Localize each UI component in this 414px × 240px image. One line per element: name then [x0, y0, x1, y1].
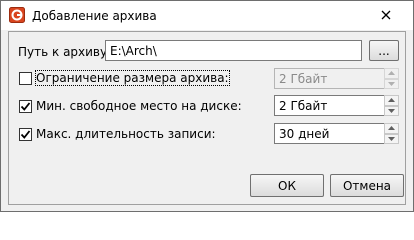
- max-duration-spinner[interactable]: [384, 123, 399, 144]
- close-button[interactable]: [373, 5, 399, 25]
- path-input[interactable]: E:\Arch\: [105, 40, 362, 61]
- window-title: Добавление архива: [32, 9, 157, 23]
- dialog-body: Путь к архиву: E:\Arch\ ... Ограничение …: [8, 31, 406, 205]
- arrow-down-icon: [388, 108, 395, 113]
- title-bar[interactable]: Добавление архива: [1, 1, 413, 30]
- arrow-up-icon: [388, 98, 395, 103]
- min-free-input[interactable]: 2 Гбайт: [274, 95, 385, 116]
- arrow-down-icon: [388, 81, 395, 86]
- min-free-label: Мин. свободное место на диске:: [36, 99, 242, 113]
- min-free-spinner[interactable]: [384, 95, 399, 116]
- spin-down-button[interactable]: [384, 105, 399, 116]
- max-duration-label: Макс. длительность записи:: [36, 127, 216, 141]
- limit-size-checkbox[interactable]: [19, 72, 32, 85]
- spin-up-button[interactable]: [384, 68, 399, 79]
- check-icon: [20, 102, 31, 111]
- min-free-checkbox[interactable]: [19, 100, 32, 113]
- cancel-button[interactable]: Отмена: [330, 174, 404, 197]
- max-duration-checkbox[interactable]: [19, 128, 32, 141]
- spin-down-button[interactable]: [384, 78, 399, 89]
- app-icon: [9, 7, 25, 23]
- arrow-up-icon: [388, 71, 395, 76]
- max-duration-input[interactable]: 30 дней: [274, 123, 385, 144]
- arrow-down-icon: [388, 136, 395, 141]
- spin-down-button[interactable]: [384, 133, 399, 144]
- check-icon: [20, 130, 31, 139]
- limit-size-input[interactable]: 2 Гбайт: [274, 68, 385, 89]
- path-label: Путь к архиву:: [18, 45, 112, 59]
- limit-size-spinner[interactable]: [384, 68, 399, 89]
- add-archive-dialog: Добавление архива Путь к архиву: E:\Arch…: [0, 0, 414, 212]
- limit-size-label: Ограничение размера архива:: [35, 70, 230, 86]
- spin-up-button[interactable]: [384, 95, 399, 106]
- browse-button[interactable]: ...: [369, 40, 399, 61]
- spin-up-button[interactable]: [384, 123, 399, 134]
- ok-button[interactable]: ОК: [250, 174, 324, 197]
- arrow-up-icon: [388, 126, 395, 131]
- close-icon: [381, 10, 391, 20]
